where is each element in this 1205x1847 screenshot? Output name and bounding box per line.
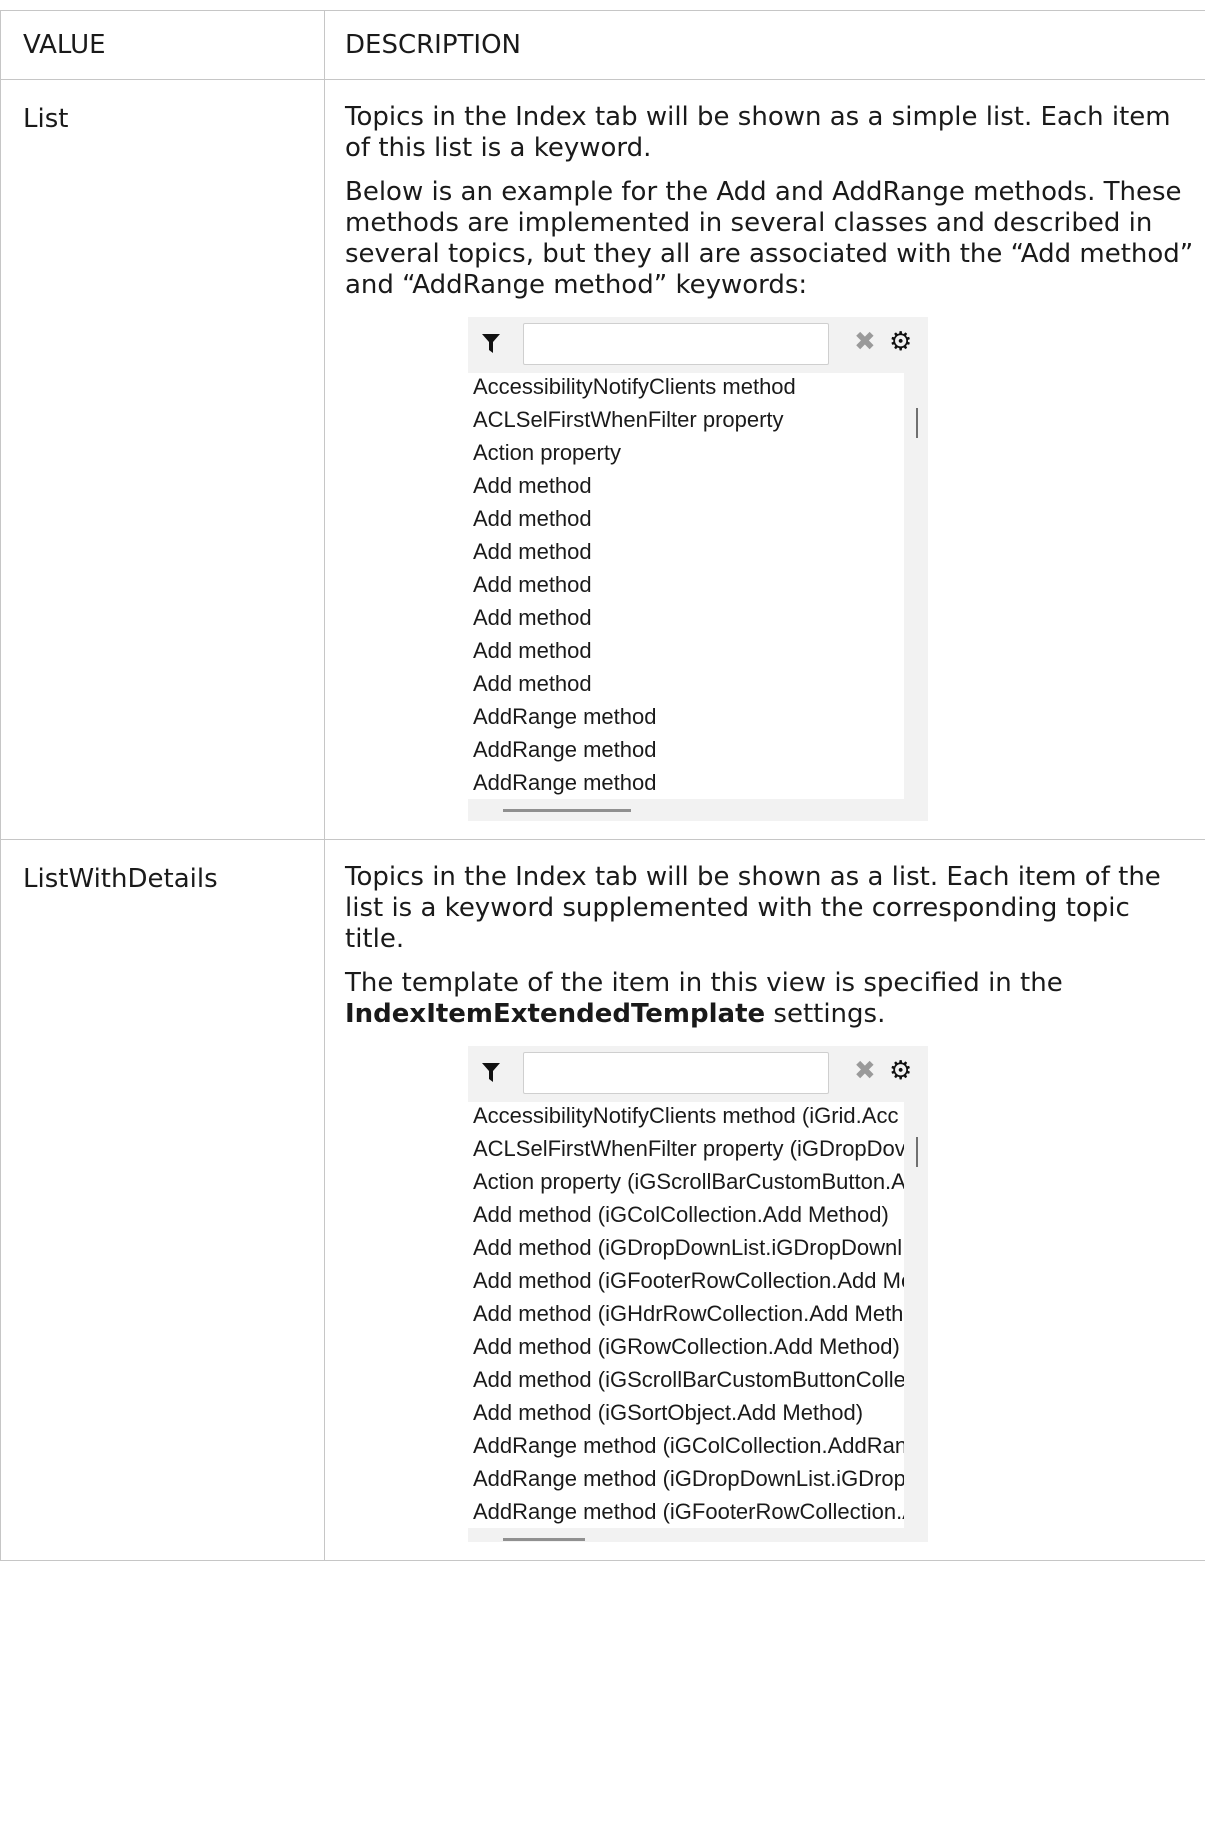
list-item[interactable]: Add method <box>468 568 904 601</box>
vertical-scrollbar-thumb[interactable] <box>916 408 918 438</box>
list-item[interactable]: AddRange method <box>468 700 904 733</box>
gear-icon[interactable]: ⚙ <box>889 1058 912 1084</box>
list-item[interactable]: Action property <box>468 436 904 469</box>
widget-body: AccessibilityNotifyClients method (iGrid… <box>468 1102 928 1542</box>
horizontal-scrollbar-thumb[interactable] <box>503 1538 585 1541</box>
list-item[interactable]: Add method (iGFooterRowCollection.Add Me <box>468 1264 904 1297</box>
description-paragraph: Topics in the Index tab will be shown as… <box>345 862 1161 954</box>
list-item[interactable]: AddRange method (iGDropDownList.iGDrop <box>468 1462 904 1495</box>
list-item[interactable]: Add method (iGRowCollection.Add Method) <box>468 1330 904 1363</box>
value-cell: ListWithDetails <box>0 839 325 1561</box>
description-cell: Topics in the Index tab will be shown as… <box>324 79 1205 840</box>
widget-toolbar: ✖ ⚙ <box>468 317 928 373</box>
list-item[interactable]: Add method (iGColCollection.Add Method) <box>468 1198 904 1231</box>
index-list-widget: ✖ ⚙ AccessibilityNotifyClients method (i… <box>468 1046 928 1542</box>
table-row: List Topics in the Index tab will be sho… <box>0 79 1205 840</box>
index-list-widget: ✖ ⚙ AccessibilityNotifyClients method AC… <box>468 317 928 821</box>
list-item[interactable]: AccessibilityNotifyClients method <box>468 373 904 403</box>
list-item[interactable]: Add method <box>468 634 904 667</box>
gear-icon[interactable]: ⚙ <box>889 329 912 355</box>
value-cell: List <box>0 79 325 840</box>
list-item[interactable]: Add method (iGScrollBarCustomButtonColle <box>468 1363 904 1396</box>
list-item[interactable]: Add method <box>468 469 904 502</box>
vertical-scrollbar-thumb[interactable] <box>916 1137 918 1167</box>
clear-x-icon[interactable]: ✖ <box>854 1058 876 1084</box>
widget-body: AccessibilityNotifyClients method ACLSel… <box>468 373 928 821</box>
horizontal-scrollbar-thumb[interactable] <box>503 809 631 812</box>
description-paragraph: Topics in the Index tab will be shown as… <box>345 102 1171 163</box>
template-text-after: settings. <box>765 999 886 1029</box>
list-item[interactable]: ACLSelFirstWhenFilter property <box>468 403 904 436</box>
index-list[interactable]: AccessibilityNotifyClients method ACLSel… <box>468 373 904 799</box>
list-item[interactable]: AddRange method (iGFooterRowCollection.A <box>468 1495 904 1528</box>
index-list[interactable]: AccessibilityNotifyClients method (iGrid… <box>468 1102 904 1528</box>
list-item[interactable]: Add method (iGHdrRowCollection.Add Meth <box>468 1297 904 1330</box>
description-paragraph: The template of the item in this view is… <box>345 968 1195 1030</box>
list-item[interactable]: Action property (iGScrollBarCustomButton… <box>468 1165 904 1198</box>
filter-input[interactable] <box>523 1052 829 1094</box>
list-item[interactable]: Add method <box>468 502 904 535</box>
list-item[interactable]: Add method <box>468 601 904 634</box>
list-item[interactable]: ACLSelFirstWhenFilter property (iGDropDo… <box>468 1132 904 1165</box>
clear-x-icon[interactable]: ✖ <box>854 329 876 355</box>
list-item[interactable]: Add method (iGDropDownList.iGDropDownl <box>468 1231 904 1264</box>
header-value: VALUE <box>0 10 325 80</box>
header-description: DESCRIPTION <box>324 10 1205 80</box>
template-text-before: The template of the item in this view is… <box>345 968 1063 998</box>
filter-input[interactable] <box>523 323 829 365</box>
list-item[interactable]: AddRange method <box>468 733 904 766</box>
template-setting-name: IndexItemExtendedTemplate <box>345 999 766 1029</box>
filter-funnel-icon[interactable] <box>482 334 500 354</box>
widget-toolbar: ✖ ⚙ <box>468 1046 928 1102</box>
filter-funnel-icon[interactable] <box>482 1063 500 1083</box>
list-item[interactable]: Add method <box>468 667 904 700</box>
table-row: ListWithDetails Topics in the Index tab … <box>0 839 1205 1561</box>
description-cell: Topics in the Index tab will be shown as… <box>324 839 1205 1561</box>
list-item[interactable]: AccessibilityNotifyClients method (iGrid… <box>468 1102 904 1132</box>
values-table: VALUE DESCRIPTION List Topics in the Ind… <box>0 10 1205 1561</box>
list-item[interactable]: AddRange method (iGColCollection.AddRanɡ <box>468 1429 904 1462</box>
list-item[interactable]: Add method (iGSortObject.Add Method) <box>468 1396 904 1429</box>
description-paragraph: Below is an example for the Add and AddR… <box>345 177 1194 300</box>
header-row: VALUE DESCRIPTION <box>0 10 1205 80</box>
list-item[interactable]: Add method <box>468 535 904 568</box>
list-item[interactable]: AddRange method <box>468 766 904 799</box>
